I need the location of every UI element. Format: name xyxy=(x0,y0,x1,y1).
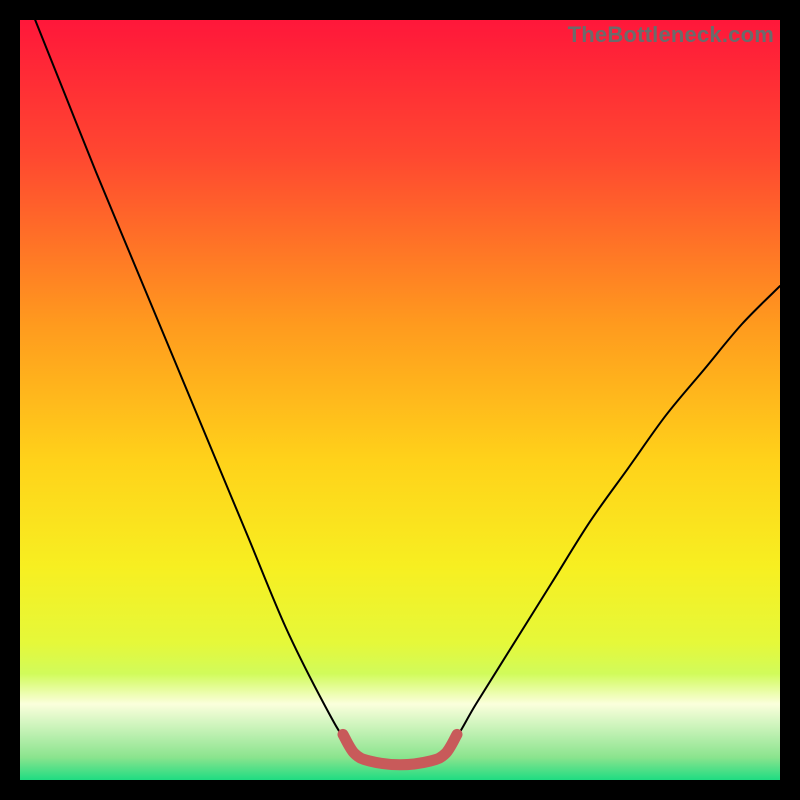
chart-frame: TheBottleneck.com xyxy=(20,20,780,780)
gradient-background xyxy=(20,20,780,780)
chart-plot xyxy=(20,20,780,780)
